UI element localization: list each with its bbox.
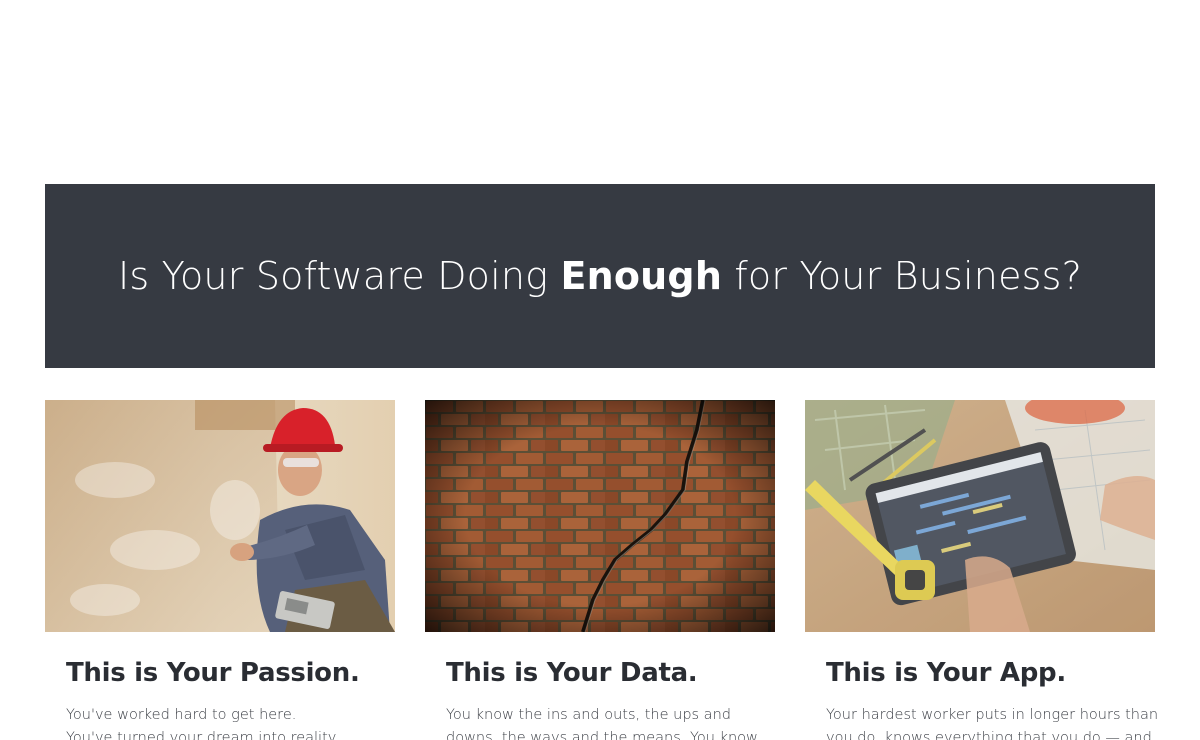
construction-inspector-photo bbox=[45, 400, 395, 632]
cracked-brick-wall-photo bbox=[425, 400, 775, 632]
card-body: You've worked hard to get here. You've t… bbox=[66, 704, 366, 740]
card-body-line: You know the ins and outs, the ups and bbox=[446, 707, 731, 723]
hero-title-emphasis: Enough bbox=[560, 254, 723, 298]
card-title: This is Your Data. bbox=[446, 658, 698, 688]
hero-title-after: for Your Business? bbox=[722, 254, 1083, 298]
page: Is Your Software Doing Enough for Your B… bbox=[0, 0, 1200, 740]
card-body: Your hardest worker puts in longer hours… bbox=[826, 704, 1159, 740]
hero-banner: Is Your Software Doing Enough for Your B… bbox=[45, 184, 1155, 368]
card-app: This is Your App. Your hardest worker pu… bbox=[805, 400, 1159, 740]
card-body-line: You've turned your dream into reality. bbox=[66, 730, 339, 740]
card-passion: This is Your Passion. You've worked hard… bbox=[45, 400, 395, 740]
card-title: This is Your App. bbox=[826, 658, 1066, 688]
hero-title-before: Is Your Software Doing bbox=[117, 254, 561, 298]
card-data: This is Your Data. You know the ins and … bbox=[425, 400, 775, 740]
card-title: This is Your Passion. bbox=[66, 658, 360, 688]
card-body-line: downs, the ways and the means. You know bbox=[446, 730, 758, 740]
hero-title: Is Your Software Doing Enough for Your B… bbox=[118, 254, 1082, 298]
card-body-line: Your hardest worker puts in longer hours… bbox=[826, 707, 1159, 723]
tablet-on-workbench-photo bbox=[805, 400, 1155, 632]
card-body-line: You've worked hard to get here. bbox=[66, 707, 297, 723]
card-body-line: you do, knows everything that you do — a… bbox=[826, 730, 1152, 740]
card-body: You know the ins and outs, the ups and d… bbox=[446, 704, 758, 740]
